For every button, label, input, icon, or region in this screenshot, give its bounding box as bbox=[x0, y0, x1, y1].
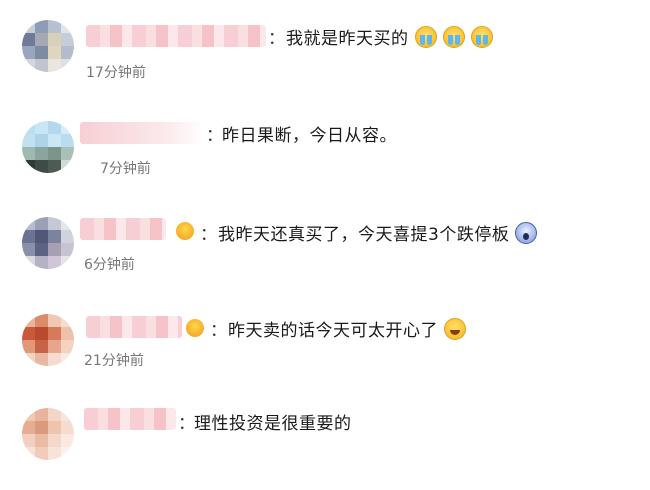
timestamp: 17分钟前 bbox=[86, 65, 146, 81]
comment-text: 昨天卖的话今天可太开心了 bbox=[228, 316, 466, 341]
separator: ： bbox=[206, 126, 223, 146]
crown-badge-icon bbox=[176, 222, 194, 240]
separator: ： bbox=[200, 225, 217, 245]
timestamp: 6分钟前 bbox=[84, 257, 135, 273]
avatar[interactable] bbox=[22, 121, 74, 173]
separator: ： bbox=[178, 414, 195, 434]
avatar[interactable] bbox=[22, 217, 74, 269]
username-blurred[interactable] bbox=[86, 25, 266, 47]
avatar[interactable] bbox=[22, 314, 74, 366]
username-blurred[interactable] bbox=[80, 122, 204, 144]
separator: ： bbox=[268, 29, 285, 49]
timestamp: 7分钟前 bbox=[100, 161, 151, 177]
cry-icon bbox=[470, 26, 493, 48]
comment-item: ： 昨日果断，今日从容。 7分钟前 bbox=[0, 100, 650, 190]
username-blurred[interactable] bbox=[84, 408, 176, 430]
laughing-icon bbox=[444, 318, 466, 340]
comment-item: ： 昨天卖的话今天可太开心了 21分钟前 bbox=[0, 300, 650, 390]
separator: ： bbox=[210, 321, 227, 341]
comment-item: ： 我昨天还真买了，今天喜提3个跌停板 6分钟前 bbox=[0, 200, 650, 290]
comment-text: 理性投资是很重要的 bbox=[194, 414, 352, 434]
avatar[interactable] bbox=[22, 408, 74, 460]
username-blurred[interactable] bbox=[86, 316, 182, 338]
cry-icon bbox=[414, 26, 437, 48]
username-blurred[interactable] bbox=[80, 218, 166, 240]
comment-item: ： 理性投资是很重要的 bbox=[0, 400, 650, 490]
crown-badge-icon bbox=[186, 319, 204, 337]
comment-text: 昨日果断，今日从容。 bbox=[222, 126, 397, 146]
comment-text: 我就是昨天买的 bbox=[286, 24, 493, 49]
comment-item: ： 我就是昨天买的 17分钟前 bbox=[0, 0, 650, 90]
timestamp: 21分钟前 bbox=[84, 353, 144, 369]
cry-icon bbox=[442, 26, 465, 48]
comment-text: 我昨天还真买了，今天喜提3个跌停板 bbox=[218, 220, 538, 245]
shocked-face-icon bbox=[515, 222, 538, 244]
avatar[interactable] bbox=[22, 20, 74, 72]
